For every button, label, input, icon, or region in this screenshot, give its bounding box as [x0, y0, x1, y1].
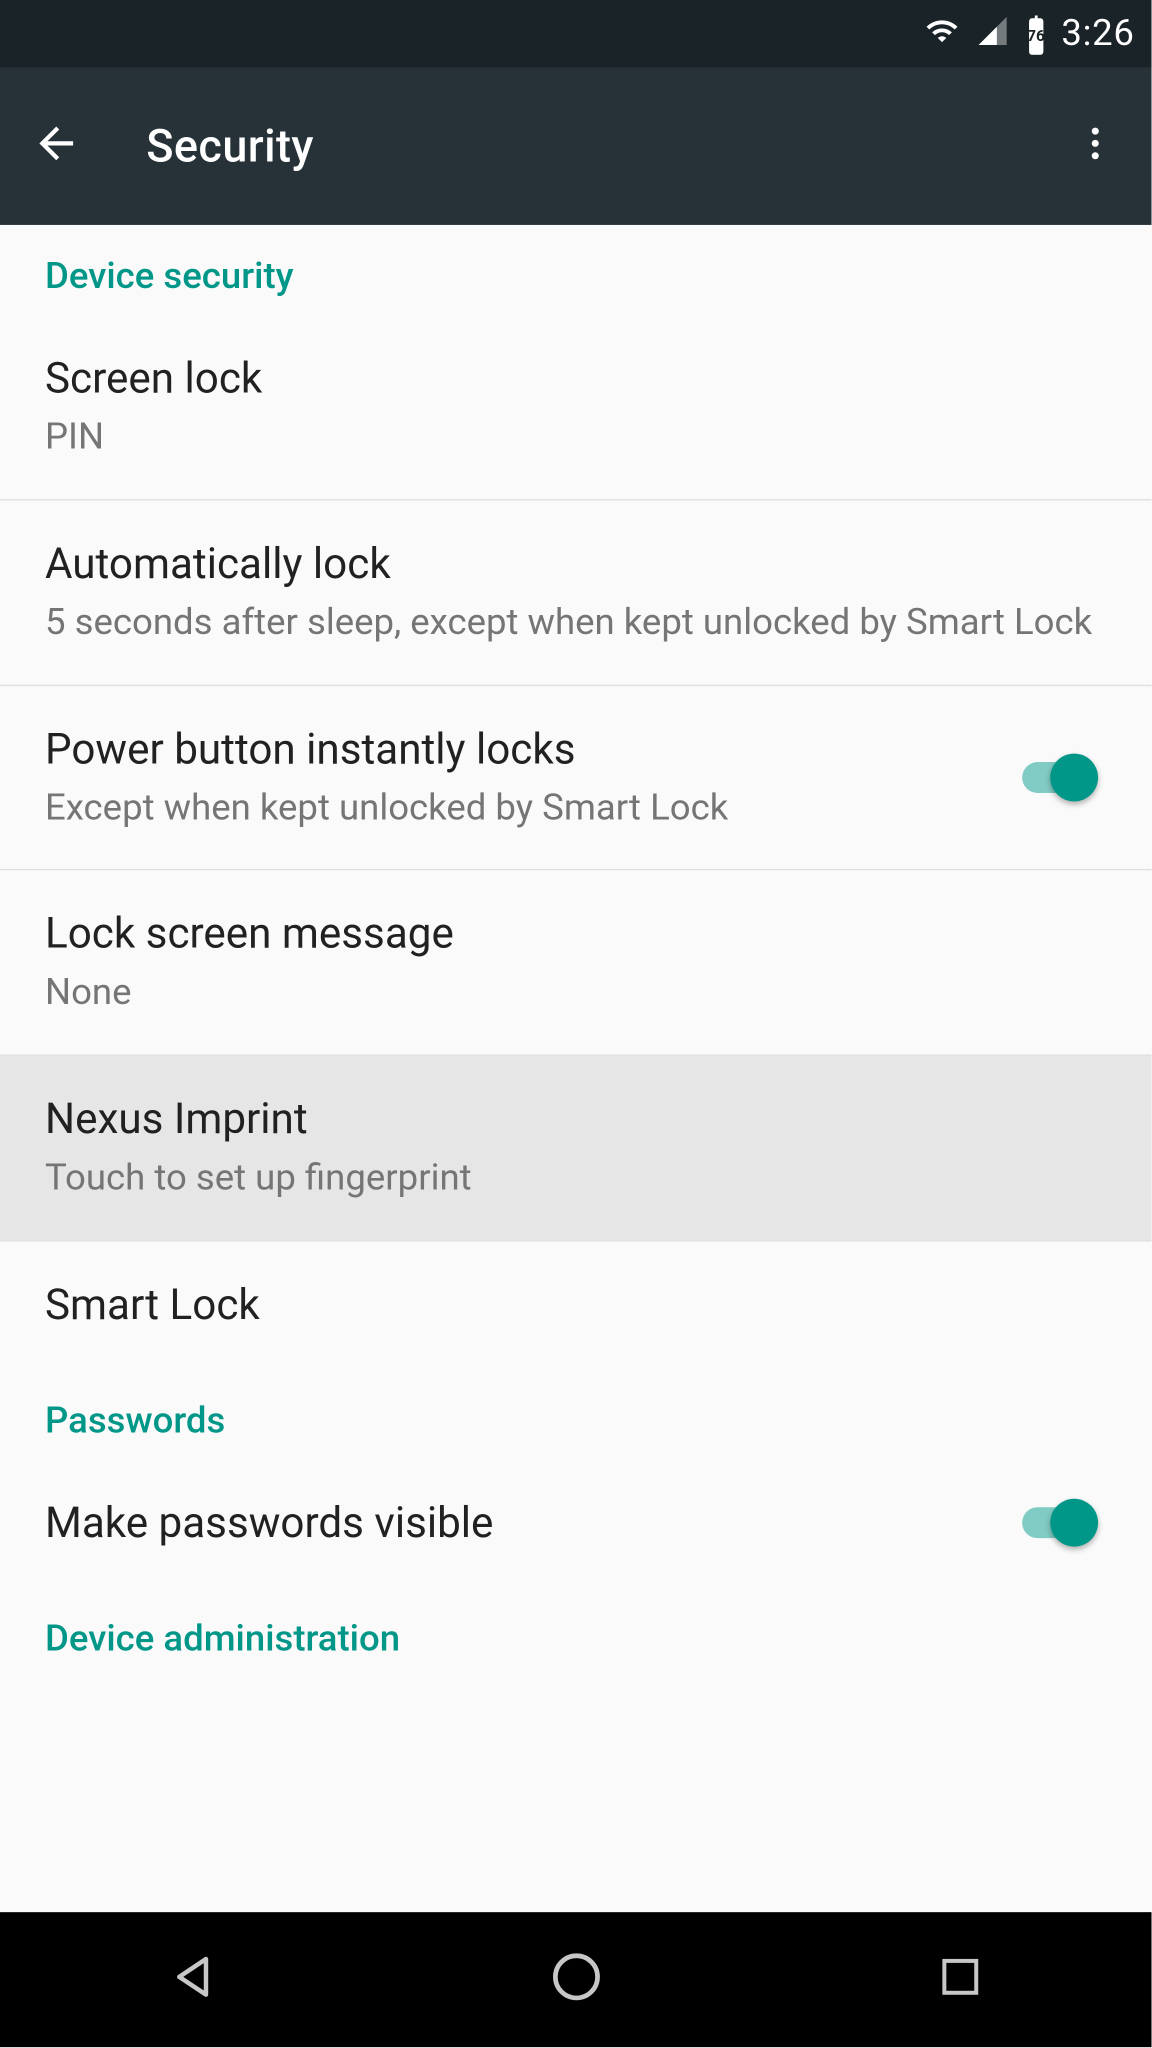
- item-automatically-lock[interactable]: Automatically lock 5 seconds after sleep…: [0, 500, 1152, 684]
- nav-recents-button[interactable]: [917, 1937, 1001, 2021]
- toggle-power-button-lock[interactable]: [1022, 762, 1095, 793]
- section-header-passwords: Passwords: [0, 1369, 1152, 1459]
- item-subtitle: Except when kept unlocked by Smart Lock: [45, 785, 994, 833]
- overflow-menu-button[interactable]: [1062, 112, 1129, 179]
- item-screen-lock[interactable]: Screen lock PIN: [0, 315, 1152, 499]
- wifi-icon: [921, 14, 963, 53]
- item-make-passwords-visible[interactable]: Make passwords visible: [0, 1459, 1152, 1587]
- app-bar: Security: [0, 67, 1152, 224]
- page-title: Security: [146, 120, 1061, 173]
- square-recents-icon: [936, 1953, 984, 2006]
- circle-home-icon: [548, 1949, 604, 2011]
- item-title: Lock screen message: [45, 907, 1107, 962]
- section-header-device-admin: Device administration: [0, 1587, 1152, 1677]
- item-subtitle: Touch to set up fingerprint: [45, 1156, 1107, 1204]
- settings-list: Device security Screen lock PIN Automati…: [0, 225, 1152, 1912]
- item-title: Nexus Imprint: [45, 1093, 1107, 1148]
- item-title: Screen lock: [45, 352, 1107, 407]
- item-subtitle: None: [45, 971, 1107, 1019]
- item-nexus-imprint[interactable]: Nexus Imprint Touch to set up fingerprin…: [0, 1056, 1152, 1240]
- toggle-passwords-visible[interactable]: [1022, 1508, 1095, 1539]
- battery-percent-text: 76: [1027, 27, 1045, 45]
- navigation-bar: [0, 1912, 1152, 2047]
- item-lock-screen-message[interactable]: Lock screen message None: [0, 871, 1152, 1055]
- item-title: Smart Lock: [45, 1278, 1107, 1333]
- item-smart-lock[interactable]: Smart Lock: [0, 1241, 1152, 1369]
- arrow-back-icon: [31, 118, 82, 174]
- nav-back-button[interactable]: [150, 1937, 234, 2021]
- section-header-device-security: Device security: [0, 225, 1152, 315]
- item-title: Automatically lock: [45, 537, 1107, 592]
- triangle-back-icon: [165, 1950, 218, 2009]
- status-bar: 76 3:26: [0, 0, 1152, 67]
- item-subtitle: PIN: [45, 415, 1107, 463]
- signal-icon: [974, 14, 1011, 53]
- item-subtitle: 5 seconds after sleep, except when kept …: [45, 600, 1107, 648]
- item-power-button-lock[interactable]: Power button instantly locks Except when…: [0, 686, 1152, 870]
- item-title: Power button instantly locks: [45, 722, 994, 777]
- status-time: 3:26: [1061, 13, 1134, 55]
- nav-home-button[interactable]: [534, 1937, 618, 2021]
- item-title: Make passwords visible: [45, 1496, 994, 1551]
- more-vert-icon: [1074, 122, 1116, 170]
- back-button[interactable]: [22, 112, 89, 179]
- battery-icon: 76: [1022, 15, 1050, 52]
